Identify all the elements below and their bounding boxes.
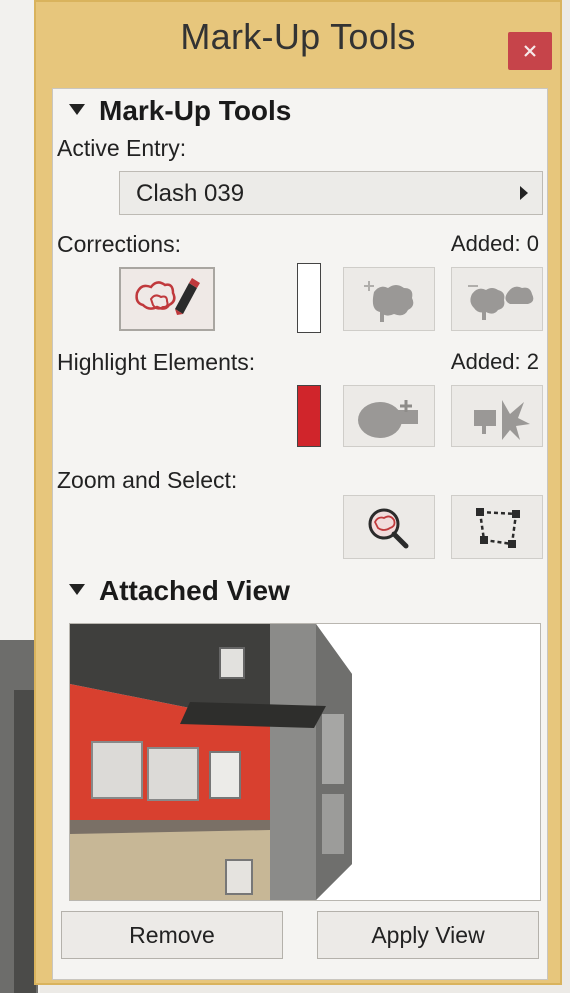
highlight-count: Added: 2 (450, 349, 539, 374)
highlight-elements-label: Highlight Elements: (57, 349, 256, 375)
active-entry-dropdown[interactable]: Clash 039 (119, 171, 543, 215)
zoom-magnifier-icon (368, 508, 409, 549)
add-cloud-icon (364, 281, 414, 322)
window-title: Mark-Up Tools (180, 16, 416, 57)
select-button[interactable] (451, 495, 543, 559)
markup-tools-window: Mark-Up Tools Mark-Up Tools Active Entry… (34, 0, 562, 985)
remove-correction-button[interactable] (451, 267, 543, 331)
draw-cloud-pen-icon (135, 278, 200, 315)
add-correction-button[interactable] (343, 267, 435, 331)
remove-highlight-icon (474, 400, 530, 440)
attached-view-title: Attached View (99, 575, 290, 606)
dropdown-arrow-icon (520, 186, 528, 200)
zoom-select-label: Zoom and Select: (57, 467, 238, 493)
add-highlight-icon (358, 400, 418, 438)
markup-section-header[interactable]: Mark-Up Tools (69, 95, 291, 127)
highlight-color-swatch[interactable] (297, 385, 321, 447)
remove-highlight-button[interactable] (451, 385, 543, 447)
close-icon (524, 45, 536, 57)
markup-section-title: Mark-Up Tools (99, 95, 292, 126)
collapse-triangle-icon (69, 104, 85, 116)
title-bar[interactable]: Mark-Up Tools (36, 2, 560, 90)
zoom-button[interactable] (343, 495, 435, 559)
correction-color-swatch[interactable] (297, 263, 321, 333)
collapse-triangle-icon (69, 584, 85, 596)
active-entry-label: Active Entry: (57, 135, 187, 161)
apply-view-button[interactable]: Apply View (317, 911, 539, 959)
corrections-label: Corrections: (57, 231, 181, 257)
attached-view-thumbnail[interactable] (69, 623, 541, 901)
add-highlight-button[interactable] (343, 385, 435, 447)
tool-panel: Mark-Up Tools Active Entry: Clash 039 Co… (52, 88, 548, 980)
close-button[interactable] (508, 32, 552, 70)
background-building-shadow (14, 690, 36, 993)
draw-correction-button[interactable] (119, 267, 215, 331)
remove-button[interactable]: Remove (61, 911, 283, 959)
select-bounding-icon (476, 508, 520, 548)
active-entry-value: Clash 039 (136, 180, 245, 207)
corrections-count: Added: 0 (450, 231, 539, 256)
remove-cloud-icon (468, 285, 534, 320)
attached-view-header[interactable]: Attached View (69, 575, 290, 607)
building-snapshot-image (70, 624, 540, 900)
